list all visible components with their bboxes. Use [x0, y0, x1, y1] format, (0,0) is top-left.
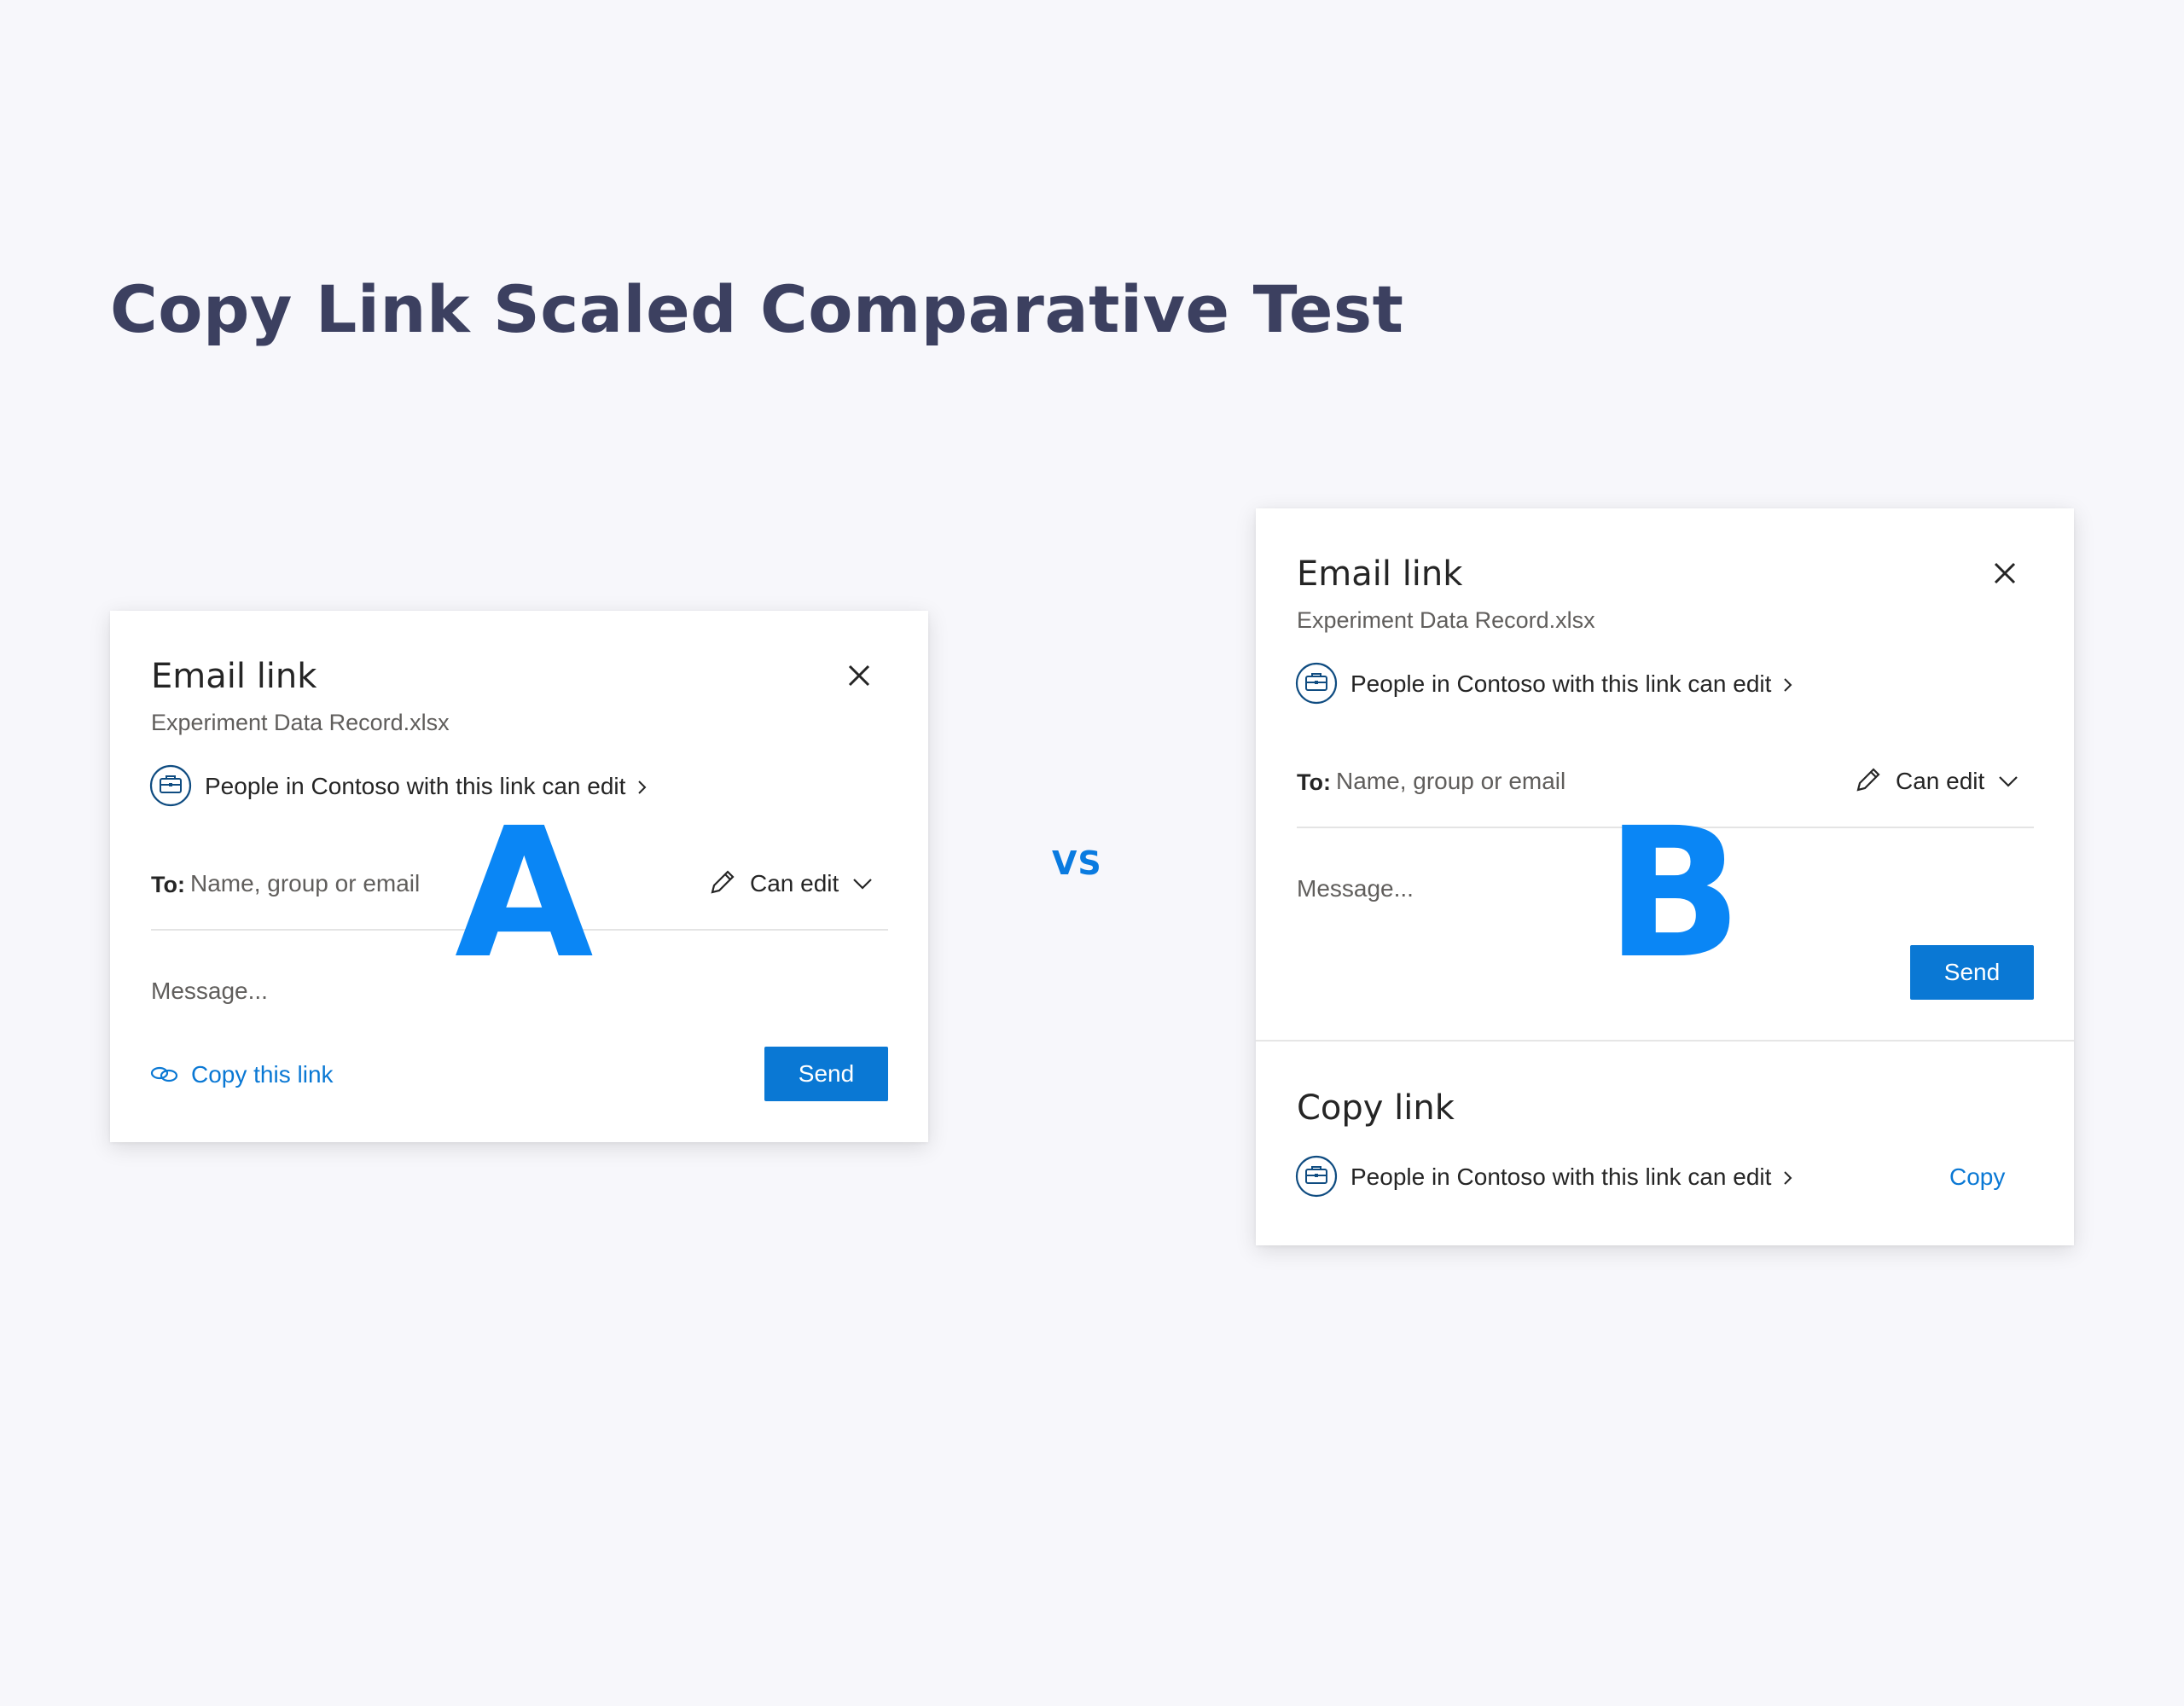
permission-link[interactable]: People in Contoso with this link can edi…	[1350, 670, 1771, 698]
close-icon[interactable]	[845, 662, 873, 689]
chevron-down-icon[interactable]	[1996, 769, 2020, 793]
chevron-right-icon	[1780, 1168, 1797, 1188]
chevron-right-icon	[634, 777, 651, 798]
chevron-down-icon[interactable]	[851, 872, 874, 896]
link-icon[interactable]	[149, 1061, 180, 1087]
chevron-right-icon	[1780, 675, 1797, 695]
copy-link-section-title: Copy link	[1297, 1088, 1455, 1128]
recipient-input[interactable]: Name, group or email	[1336, 768, 1565, 795]
send-button[interactable]: Send	[764, 1047, 888, 1101]
copy-permission-link[interactable]: People in Contoso with this link can edi…	[1350, 1163, 1771, 1191]
close-icon[interactable]	[1991, 560, 2018, 587]
pencil-icon	[1853, 764, 1884, 795]
variant-label-b: B	[1606, 789, 1743, 998]
send-button[interactable]: Send	[1910, 945, 2034, 1000]
to-label: To:	[151, 872, 185, 897]
vs-label: VS	[1052, 844, 1102, 882]
briefcase-icon	[1295, 662, 1338, 705]
variant-label-a: A	[455, 789, 594, 998]
briefcase-icon	[149, 764, 192, 807]
recipient-input[interactable]: Name, group or email	[190, 870, 420, 897]
copy-this-link-button[interactable]: Copy this link	[191, 1061, 334, 1088]
pencil-icon	[707, 867, 738, 897]
dialog-title: Email link	[151, 657, 317, 696]
briefcase-icon	[1295, 1155, 1338, 1198]
file-name: Experiment Data Record.xlsx	[151, 710, 450, 735]
dialog-title: Email link	[1297, 554, 1463, 594]
access-dropdown[interactable]: Can edit	[1896, 768, 1984, 795]
section-divider	[1256, 1040, 2074, 1042]
page-title: Copy Link Scaled Comparative Test	[110, 271, 1404, 347]
message-input[interactable]: Message...	[1297, 875, 1414, 902]
file-name: Experiment Data Record.xlsx	[1297, 607, 1595, 633]
message-input[interactable]: Message...	[151, 978, 268, 1005]
copy-button[interactable]: Copy	[1949, 1163, 2005, 1191]
access-dropdown[interactable]: Can edit	[750, 870, 839, 897]
to-label: To:	[1297, 769, 1331, 795]
